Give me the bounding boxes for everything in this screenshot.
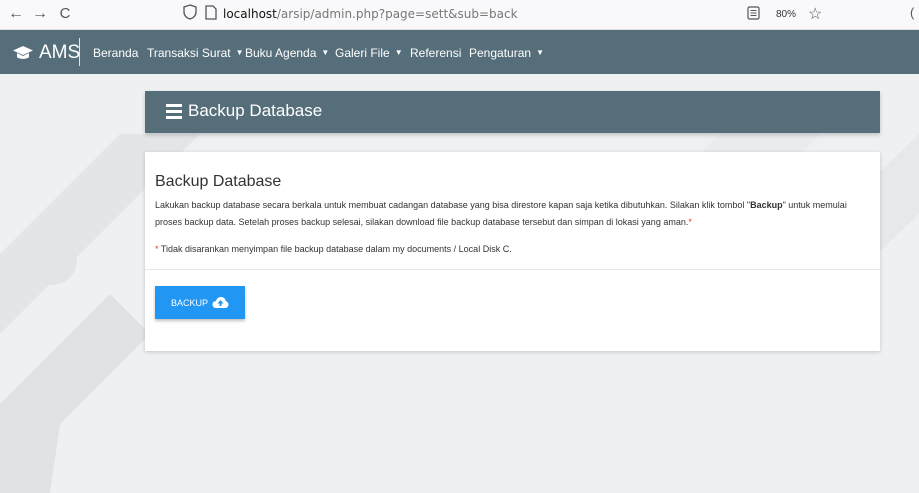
card-note: * Tidak disarankan menyimpan file backup…	[155, 244, 512, 254]
required-asterisk: *	[688, 217, 692, 227]
nav-label: Buku Agenda	[245, 46, 317, 60]
note-text: Tidak disarankan menyimpan file backup d…	[158, 244, 512, 254]
page-title: Backup Database	[188, 101, 323, 120]
desc-bold: Backup	[750, 200, 783, 210]
card-description: Lakukan backup database secara berkala u…	[155, 197, 875, 231]
forward-button[interactable]: →	[30, 4, 50, 24]
nav-item-galeri-file[interactable]: Galeri File ▼	[335, 46, 403, 60]
reader-view-icon[interactable]	[747, 6, 760, 20]
nav-item-referensi[interactable]: Referensi	[410, 46, 461, 60]
nav-label: Pengaturan	[469, 46, 532, 60]
chevron-down-icon: ▼	[536, 48, 544, 57]
chevron-down-icon: ▼	[235, 48, 244, 57]
page-header: Backup Database	[145, 91, 880, 133]
cloud-upload-icon	[212, 297, 229, 308]
toolbar-edge-glyph: (	[910, 5, 915, 20]
chevron-down-icon: ▼	[321, 48, 330, 57]
backup-card: Backup Database Lakukan backup database …	[145, 152, 880, 351]
brand-name: AMS	[39, 42, 81, 63]
nav-item-buku-agenda[interactable]: Buku Agenda ▼	[245, 46, 329, 60]
nav-label: Transaksi Surat	[147, 46, 231, 60]
url-path: /arsip/admin.php?page=sett&sub=back	[276, 7, 518, 21]
nav-item-beranda[interactable]: Beranda	[93, 46, 138, 60]
browser-toolbar: ← → C localhost/arsip/admin.php?page=set…	[0, 0, 919, 30]
desc-text: Lakukan backup database secara berkala u…	[155, 200, 751, 210]
chevron-down-icon: ▼	[394, 48, 403, 57]
back-button[interactable]: ←	[6, 4, 26, 24]
graduation-cap-icon	[13, 46, 33, 59]
nav-item-pengaturan[interactable]: Pengaturan ▼	[469, 46, 544, 60]
brand-divider	[79, 38, 80, 66]
nav-label: Galeri File	[335, 46, 390, 60]
backup-button[interactable]: BACKUP	[155, 286, 245, 319]
card-divider	[145, 269, 880, 270]
zoom-level[interactable]: 80%	[776, 9, 796, 20]
bookmark-star-icon[interactable]: ☆	[808, 4, 822, 24]
brand-logo[interactable]: AMS	[12, 42, 80, 64]
list-icon	[166, 104, 182, 119]
app-navbar: AMS Beranda Transaksi Surat ▼ Buku Agenda…	[0, 30, 919, 74]
card-title: Backup Database	[155, 173, 282, 190]
nav-label: Beranda	[93, 46, 139, 60]
reload-button[interactable]: C	[55, 4, 75, 24]
page-icon[interactable]	[205, 5, 217, 20]
nav-item-transaksi-surat[interactable]: Transaksi Surat ▼	[147, 46, 244, 60]
url-host: localhost	[223, 7, 277, 21]
nav-label: Referensi	[410, 46, 462, 60]
shield-icon[interactable]	[183, 4, 197, 20]
address-bar[interactable]: localhost/arsip/admin.php?page=sett&sub=…	[223, 7, 518, 21]
backup-button-label: BACKUP	[170, 297, 208, 308]
